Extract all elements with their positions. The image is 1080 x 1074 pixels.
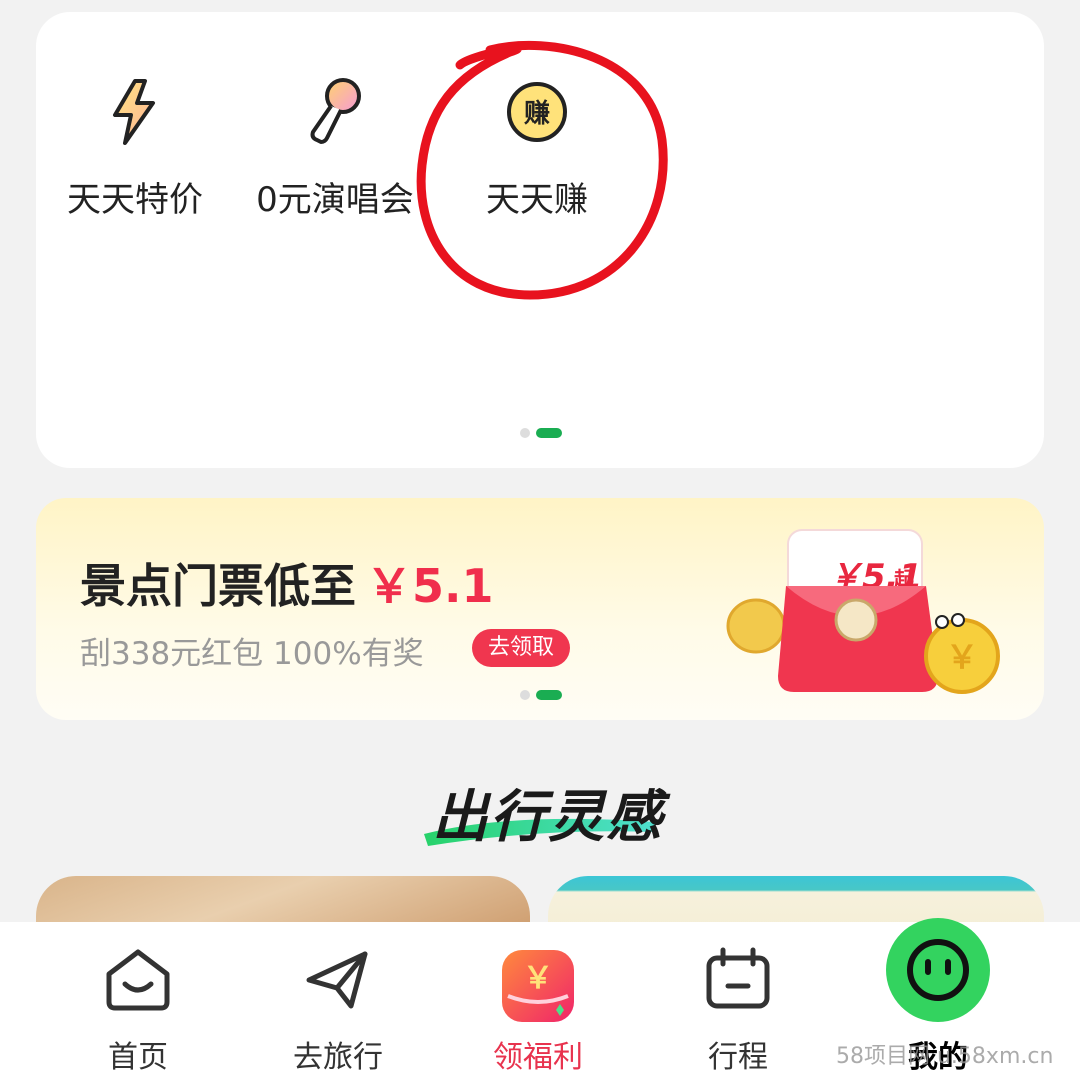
tab-label: 首页 (108, 1040, 168, 1074)
tab-label: 行程 (708, 1040, 768, 1074)
tab-travel[interactable]: 去旅行 (238, 922, 438, 1074)
claim-button[interactable]: 去领取 (472, 629, 571, 667)
section-title-text: 出行灵感 (432, 785, 664, 850)
banner-indicator (520, 690, 562, 700)
tab-itinerary[interactable]: 行程 (638, 922, 838, 1074)
shortcut-daily-deals[interactable]: 天天特价 (40, 72, 230, 221)
svg-text:￥: ￥ (946, 638, 978, 676)
banner-title: 景点门票低至 ￥5.1 (80, 550, 494, 616)
calendar-icon (703, 946, 773, 1016)
earn-coin-icon: 赚 (442, 72, 632, 152)
indicator-dot-active (536, 690, 562, 700)
shortcut-free-concert[interactable]: 0元演唱会 (240, 72, 430, 221)
indicator-dot (520, 690, 530, 700)
tab-label: 去旅行 (293, 1040, 383, 1074)
shortcut-card: 天天特价 0元演唱会 赚 天天赚 (36, 12, 1044, 468)
tab-welfare[interactable]: ￥ 领福利 (438, 922, 638, 1074)
welfare-icon-text: ￥ (523, 961, 553, 996)
shortcut-label: 天天特价 (67, 180, 203, 220)
carousel-indicator (520, 428, 562, 438)
microphone-icon (240, 72, 430, 152)
banner-title-text: 景点门票低至 (80, 559, 356, 613)
shortcut-daily-earn[interactable]: 赚 天天赚 (442, 72, 632, 221)
indicator-dot (520, 428, 530, 438)
indicator-dot-active (536, 428, 562, 438)
promo-banner[interactable]: 景点门票低至 ￥5.1 刮338元红包 100%有奖 去领取 ￥5.1 起 ￥ (36, 498, 1044, 720)
coin-text: 赚 (524, 99, 550, 129)
section-title: 出行灵感 (420, 772, 662, 852)
banner-subtitle: 刮338元红包 100%有奖 (80, 636, 424, 672)
tab-home[interactable]: 首页 (38, 922, 238, 1074)
shortcut-label: 天天赚 (486, 180, 588, 220)
smiley-avatar-icon (884, 916, 992, 1028)
welfare-icon: ￥ (498, 946, 578, 1030)
paper-plane-icon (303, 946, 373, 1016)
watermark-text: 58项目网 u.58xm.cn (836, 1044, 1054, 1069)
banner-price: ￥5.1 (366, 559, 494, 613)
home-icon (103, 946, 173, 1016)
lightning-icon (40, 72, 230, 152)
red-envelope-illustration: ￥5.1 起 ￥ (716, 516, 1016, 710)
shortcut-label: 0元演唱会 (256, 180, 414, 220)
tab-label: 领福利 (493, 1040, 583, 1074)
